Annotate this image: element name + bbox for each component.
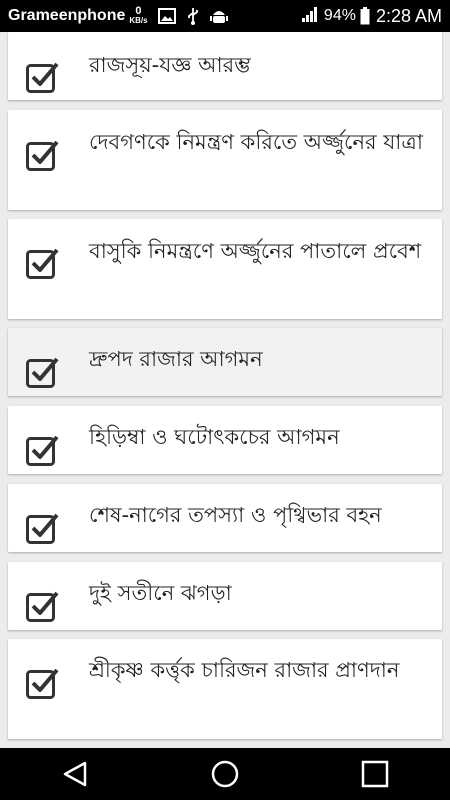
back-icon[interactable]: [45, 748, 105, 800]
signal-icon: [301, 5, 319, 28]
navigation-bar: [0, 748, 450, 800]
usb-icon: [186, 7, 200, 25]
chapter-title: দেবগণকে নিমন্ত্রণ করিতে অর্জ্জুনের যাত্র…: [89, 130, 423, 154]
android-debug-icon: [209, 7, 228, 25]
chapter-item[interactable]: হিড়িম্বা ও ঘটোৎকচের আগমন: [8, 406, 442, 474]
battery-percent: 94%: [323, 7, 356, 24]
chapter-list[interactable]: রাজসূয়-যজ্ঞ আরম্ভ দেবগণকে নিমন্ত্রণ করি…: [0, 32, 450, 748]
chapter-title: বাসুকি নিমন্ত্রণে অর্জ্জুনের পাতালে প্রব…: [89, 239, 422, 263]
chapter-item[interactable]: দ্রুপদ রাজার আগমন: [8, 328, 442, 396]
carrier-name: Grameenphone: [8, 7, 126, 24]
battery-icon: [360, 7, 370, 25]
chapter-title: দুই সতীনে ঝগড়া: [89, 581, 232, 605]
network-speed: 0 KB/s: [129, 5, 148, 26]
chapter-item[interactable]: শ্রীকৃষ্ণ কর্ত্তৃক চারিজন রাজার প্রাণদান: [8, 639, 442, 739]
chapter-title: হিড়িম্বা ও ঘটোৎকচের আগমন: [89, 425, 340, 449]
chapter-title: শ্রীকৃষ্ণ কর্ত্তৃক চারিজন রাজার প্রাণদান: [89, 658, 400, 682]
checkbox-checked-icon[interactable]: [25, 666, 59, 700]
clock: 2:28 AM: [375, 5, 442, 26]
checkbox-checked-icon[interactable]: [25, 60, 59, 94]
checkbox-checked-icon[interactable]: [25, 589, 59, 623]
checkbox-checked-icon[interactable]: [25, 355, 59, 389]
network-speed-unit: KB/s: [129, 16, 148, 25]
chapter-item[interactable]: শেষ-নাগের তপস্যা ও পৃথ্বিভার বহন: [8, 484, 442, 552]
chapter-item[interactable]: দেবগণকে নিমন্ত্রণ করিতে অর্জ্জুনের যাত্র…: [8, 110, 442, 210]
image-icon: [157, 8, 176, 24]
chapter-item[interactable]: রাজসূয়-যজ্ঞ আরম্ভ: [8, 32, 442, 100]
checkbox-checked-icon[interactable]: [25, 246, 59, 280]
status-bar: Grameenphone 0 KB/s 94% 2:28 AM: [0, 0, 450, 32]
chapter-title: দ্রুপদ রাজার আগমন: [89, 347, 263, 371]
chapter-title: রাজসূয়-যজ্ঞ আরম্ভ: [89, 53, 251, 77]
chapter-item[interactable]: দুই সতীনে ঝগড়া: [8, 562, 442, 630]
recents-icon[interactable]: [345, 748, 405, 800]
chapter-title: শেষ-নাগের তপস্যা ও পৃথ্বিভার বহন: [89, 503, 382, 527]
checkbox-checked-icon[interactable]: [25, 511, 59, 545]
chapter-item[interactable]: বাসুকি নিমন্ত্রণে অর্জ্জুনের পাতালে প্রব…: [8, 219, 442, 319]
checkbox-checked-icon[interactable]: [25, 433, 59, 467]
home-icon[interactable]: [195, 748, 255, 800]
network-speed-value: 0: [135, 5, 142, 17]
checkbox-checked-icon[interactable]: [25, 138, 59, 172]
